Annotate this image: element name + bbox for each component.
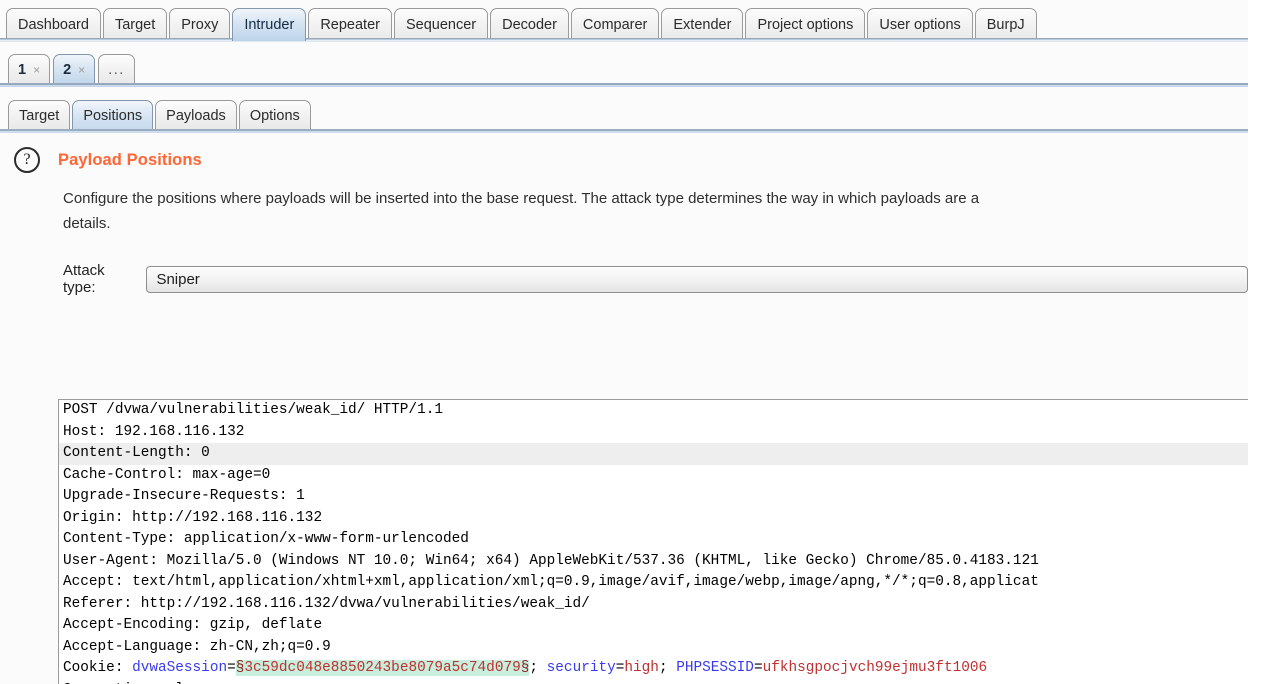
main-tab-extender-label: Extender (673, 17, 732, 33)
positions-panel: ? Payload Positions Configure the positi… (0, 133, 1248, 684)
cookie-name-security: security (546, 660, 616, 676)
main-tab-decoder-label: Decoder (502, 17, 557, 33)
request-line-truncated: Connection: close (59, 680, 1248, 684)
request-line: Accept-Encoding: gzip, deflate (63, 617, 323, 633)
close-icon[interactable]: × (33, 63, 40, 77)
request-line: POST /dvwa/vulnerabilities/weak_id/ HTTP… (63, 402, 443, 418)
main-tab-comparer-label: Comparer (582, 17, 648, 33)
close-icon[interactable]: × (78, 63, 85, 77)
tab-options-label: Options (249, 108, 300, 124)
cookie-value-security: high (624, 660, 659, 676)
burp-main-window: Dashboard Target Proxy Intruder Repeater… (0, 0, 1248, 684)
cookie-equals: = (753, 660, 763, 676)
attack-tab-1-label: 1 (18, 62, 27, 78)
tab-positions[interactable]: Positions (72, 100, 154, 131)
request-line: Referer: http://192.168.116.132/dvwa/vul… (63, 595, 590, 612)
cookie-separator: ; (529, 660, 547, 676)
main-tab-user-options-label: User options (879, 17, 961, 33)
cookie-equals: = (227, 660, 236, 676)
cookie-name-phpsessid: PHPSESSID (676, 660, 754, 676)
main-tab-intruder-label: Intruder (244, 17, 295, 33)
help-question-icon[interactable]: ? (14, 147, 40, 173)
cookie-separator: ; (658, 660, 677, 676)
attack-tab-1[interactable]: 1 × (8, 54, 51, 85)
request-editor[interactable]: POST /dvwa/vulnerabilities/weak_id/ HTTP… (58, 399, 1248, 684)
main-tab-project-options[interactable]: Project options (745, 8, 866, 41)
attack-tab-bar: 1 × 2 × ... (0, 42, 1248, 87)
tab-payloads-label: Payloads (166, 108, 226, 124)
attack-tab-2-label: 2 (63, 62, 72, 78)
main-tab-dashboard-label: Dashboard (18, 17, 89, 33)
attack-type-label: Attack type: (63, 262, 105, 296)
tab-positions-label: Positions (83, 108, 143, 124)
attack-tab-2[interactable]: 2 × (53, 54, 96, 85)
payload-position-marker[interactable]: §3c59dc048e8850243be8079a5c74d079§ (235, 660, 530, 676)
section-description: Configure the positions where payloads w… (63, 190, 980, 232)
attack-type-value: Sniper (156, 270, 200, 288)
request-cookie-line: Cookie: dvwaSession=§3c59dc048e8850243be… (59, 658, 1248, 680)
request-line: Accept: text/html,application/xhtml+xml,… (63, 574, 1039, 590)
request-line: Upgrade-Insecure-Requests: 1 (63, 488, 305, 504)
main-tab-target[interactable]: Target (102, 8, 168, 41)
main-tab-burpj-label: BurpJ (986, 17, 1025, 33)
attack-type-row: Attack type: Sniper (63, 262, 1248, 296)
request-line: Content-Length: 0 (59, 443, 1248, 465)
page-title: Payload Positions (58, 150, 202, 169)
tab-payloads[interactable]: Payloads (155, 100, 237, 131)
request-line: User-Agent: Mozilla/5.0 (Windows NT 10.0… (63, 552, 1039, 569)
main-tab-extender[interactable]: Extender (661, 8, 744, 41)
cookie-header-name: Cookie: (63, 660, 133, 676)
burp-suite-screenshot: Dashboard Target Proxy Intruder Repeater… (0, 0, 1276, 684)
main-tab-sequencer-label: Sequencer (405, 17, 477, 33)
main-tab-decoder[interactable]: Decoder (490, 8, 569, 41)
main-tab-repeater-label: Repeater (320, 17, 380, 33)
main-tab-dashboard[interactable]: Dashboard (6, 8, 101, 41)
section-header: ? Payload Positions (0, 133, 1248, 173)
cookie-name-dvwasession: dvwaSession (132, 660, 228, 676)
main-tab-user-options[interactable]: User options (867, 8, 973, 41)
main-tab-burpj-extension[interactable]: BurpJ (974, 8, 1037, 41)
attack-tab-more-label: ... (108, 62, 125, 78)
request-line: Cache-Control: max-age=0 (63, 466, 271, 483)
tab-options[interactable]: Options (238, 100, 311, 131)
main-tab-proxy-label: Proxy (181, 17, 219, 33)
attack-tab-more-button[interactable]: ... (98, 54, 135, 85)
main-tab-target-label: Target (114, 17, 156, 33)
request-line: Origin: http://192.168.116.132 (63, 509, 323, 526)
main-tab-bar: Dashboard Target Proxy Intruder Repeater… (0, 0, 1248, 42)
main-tab-proxy[interactable]: Proxy (169, 8, 231, 41)
main-tab-sequencer[interactable]: Sequencer (393, 8, 489, 41)
cookie-value-phpsessid: ufkhsgpocjvch99ejmu3ft1006 (762, 660, 988, 676)
main-tab-repeater[interactable]: Repeater (308, 8, 392, 41)
request-line: Content-Type: application/x-www-form-url… (63, 531, 469, 547)
main-tab-comparer[interactable]: Comparer (570, 8, 660, 41)
main-tab-intruder[interactable]: Intruder (232, 8, 307, 41)
tab-target-label: Target (19, 108, 60, 124)
main-tab-project-options-label: Project options (757, 17, 854, 33)
payload-value: 3c59dc048e8850243be8079a5c74d079 (244, 660, 521, 676)
tab-target[interactable]: Target (8, 100, 71, 131)
attack-type-select[interactable]: Sniper (146, 265, 1248, 293)
intruder-sub-tab-bar: Target Positions Payloads Options (0, 87, 1248, 133)
request-line: Accept-Language: zh-CN,zh;q=0.9 (63, 638, 331, 655)
request-line: Host: 192.168.116.132 (63, 423, 245, 440)
